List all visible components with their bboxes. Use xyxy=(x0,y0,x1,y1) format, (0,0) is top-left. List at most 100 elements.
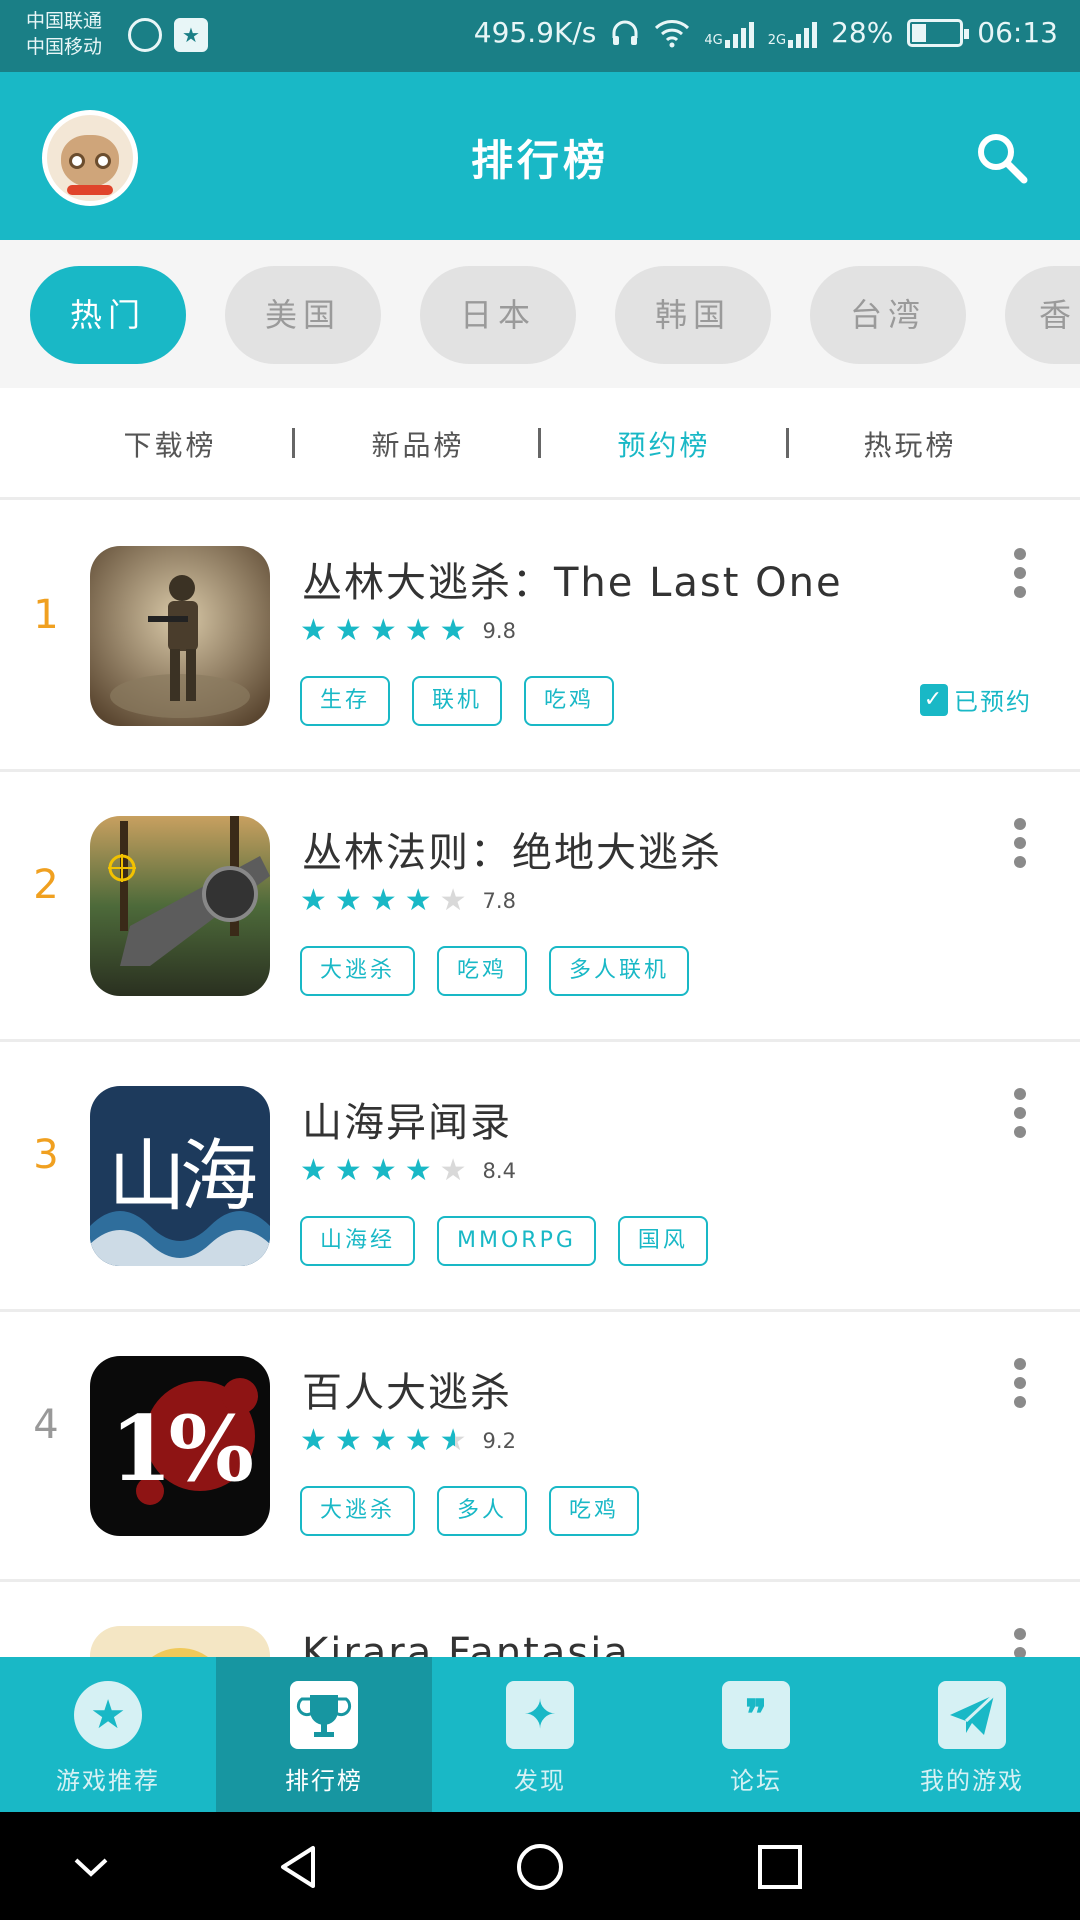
more-options-icon[interactable] xyxy=(1014,548,1028,598)
game-list: 1 丛林大逃杀：The Last One ★ ★ ★ ★ ★ 9.8 生存 联机… xyxy=(0,502,1080,1657)
star-half-icon: ★ xyxy=(439,1423,467,1458)
status-right: 495.9K/s 4G 2G 28% 06:13 xyxy=(474,16,1058,49)
reserved-label: 已预约 xyxy=(954,688,1032,716)
subtab-divider xyxy=(292,428,295,458)
thumbnail-text: 山海 xyxy=(107,1132,258,1222)
headphones-icon xyxy=(612,20,638,45)
net-type-2: 2G xyxy=(767,32,787,48)
game-title[interactable]: Kirara Fantasia xyxy=(302,1630,630,1657)
quote-icon: ❞ xyxy=(722,1681,790,1749)
game-title[interactable]: 丛林大逃杀：The Last One xyxy=(302,550,843,608)
game-thumbnail[interactable] xyxy=(90,816,270,996)
page-title: 排行榜 xyxy=(470,136,609,185)
game-title[interactable]: 丛林法则：绝地大逃杀 xyxy=(302,820,722,878)
region-tab-taiwan[interactable]: 台湾 xyxy=(810,266,966,364)
nav-tab-forum[interactable]: ❞ 论坛 xyxy=(648,1657,864,1812)
game-title[interactable]: 百人大逃杀 xyxy=(302,1360,512,1418)
star-icon: ★ xyxy=(300,883,327,918)
nav-tab-discover[interactable]: ✦ 发现 xyxy=(432,1657,648,1812)
status-bar: 中国联通 中国移动 ★ 495.9K/s 4G 2G 28% 06:13 xyxy=(0,0,1080,72)
home-icon[interactable] xyxy=(515,1842,565,1892)
recent-apps-icon[interactable] xyxy=(755,1842,805,1892)
more-options-icon[interactable] xyxy=(1014,818,1028,868)
tag[interactable]: MMORPG xyxy=(437,1216,596,1266)
nav-tab-my-games[interactable]: 我的游戏 xyxy=(864,1657,1080,1812)
list-item[interactable]: 1 丛林大逃杀：The Last One ★ ★ ★ ★ ★ 9.8 生存 联机… xyxy=(0,502,1080,772)
subtab-downloads[interactable]: 下载榜 xyxy=(70,424,270,464)
more-options-icon[interactable] xyxy=(1014,1358,1028,1408)
subtab-new[interactable]: 新品榜 xyxy=(318,424,518,464)
tag[interactable]: 吃鸡 xyxy=(549,1486,640,1536)
tag[interactable]: 山海经 xyxy=(300,1216,416,1266)
rating-stars: ★ ★ ★ ★ ★ 8.4 xyxy=(300,1156,516,1186)
tag[interactable]: 生存 xyxy=(300,676,391,726)
region-tab-hot[interactable]: 热门 xyxy=(30,266,186,364)
clock: 06:13 xyxy=(977,16,1058,49)
star-icon: ★ xyxy=(74,1681,142,1749)
nav-label: 排行榜 xyxy=(285,1767,363,1795)
carrier-1: 中国联通 xyxy=(26,10,103,32)
rating-score: 8.4 xyxy=(482,1159,516,1183)
tag-list: 生存 联机 吃鸡 xyxy=(300,676,615,726)
checkmark-icon: ✓ xyxy=(920,683,948,716)
star-icon: ★ xyxy=(369,613,397,648)
list-item[interactable]: 3 山海 山海异闻录 ★ ★ ★ ★ ★ 8.4 山海经 MMORPG 国风 xyxy=(0,1042,1080,1312)
region-tab-korea[interactable]: 韩国 xyxy=(615,266,771,364)
chevron-down-icon[interactable] xyxy=(66,1842,116,1892)
list-item[interactable]: Kirara Fantasia xyxy=(0,1582,1080,1657)
more-options-icon[interactable] xyxy=(1014,1628,1028,1657)
back-icon[interactable] xyxy=(275,1842,325,1892)
tag[interactable]: 多人联机 xyxy=(549,946,690,996)
star-icon: ★ xyxy=(300,1153,327,1188)
battery-percent: 28% xyxy=(831,16,894,49)
sniper-artwork xyxy=(90,816,270,996)
anime-artwork xyxy=(152,1648,208,1657)
tag[interactable]: 吃鸡 xyxy=(524,676,615,726)
rating-score: 9.8 xyxy=(482,619,516,643)
tag[interactable]: 国风 xyxy=(617,1216,708,1266)
signal-1-icon xyxy=(724,18,754,48)
game-thumbnail[interactable]: 山海 xyxy=(90,1086,270,1266)
search-icon[interactable] xyxy=(972,128,1032,188)
status-app-icons: ★ xyxy=(128,18,208,52)
star-empty-icon: ★ xyxy=(439,1153,467,1188)
thumbnail-text: 1% xyxy=(109,1396,254,1502)
game-thumbnail[interactable]: 1% xyxy=(90,1356,270,1536)
region-tab-japan[interactable]: 日本 xyxy=(420,266,576,364)
tag[interactable]: 联机 xyxy=(412,676,503,726)
star-badge-icon: ★ xyxy=(174,18,208,52)
star-icon: ★ xyxy=(439,613,467,648)
star-icon: ★ xyxy=(334,1423,362,1458)
region-tab-hongkong[interactable]: 香 xyxy=(1005,266,1080,364)
game-thumbnail[interactable] xyxy=(90,1626,270,1657)
rating-stars: ★ ★ ★ ★ ★ 9.8 xyxy=(300,616,516,646)
tag[interactable]: 吃鸡 xyxy=(437,946,528,996)
subtab-divider xyxy=(538,428,541,458)
tag[interactable]: 大逃杀 xyxy=(300,1486,416,1536)
carrier-labels: 中国联通 中国移动 xyxy=(26,8,102,60)
nav-tab-recommended[interactable]: ★ 游戏推荐 xyxy=(0,1657,216,1812)
soldier-artwork xyxy=(90,546,270,726)
paper-plane-icon xyxy=(938,1681,1006,1749)
reserved-status[interactable]: ✓ 已预约 xyxy=(920,682,1032,717)
subtab-hot-play[interactable]: 热玩榜 xyxy=(810,424,1010,464)
game-title[interactable]: 山海异闻录 xyxy=(302,1090,512,1148)
tag[interactable]: 大逃杀 xyxy=(300,946,416,996)
trophy-icon xyxy=(290,1681,358,1749)
star-icon: ★ xyxy=(404,1423,432,1458)
more-options-icon[interactable] xyxy=(1014,1088,1028,1138)
star-icon: ★ xyxy=(334,613,362,648)
nav-tab-rankings[interactable]: 排行榜 xyxy=(216,1657,432,1812)
nav-label: 发现 xyxy=(514,1767,566,1795)
nav-label: 论坛 xyxy=(730,1767,782,1795)
rank-number: 1 xyxy=(33,592,59,638)
subtab-reservations[interactable]: 预约榜 xyxy=(564,424,764,464)
star-icon: ★ xyxy=(369,1423,397,1458)
rank-number: 3 xyxy=(33,1132,59,1178)
tag[interactable]: 多人 xyxy=(437,1486,528,1536)
game-thumbnail[interactable] xyxy=(90,546,270,726)
star-icon: ★ xyxy=(334,1153,362,1188)
list-item[interactable]: 2 丛林法则：绝地大逃杀 ★ ★ ★ ★ ★ 7.8 大逃杀 吃鸡 多人联机 xyxy=(0,772,1080,1042)
region-tab-us[interactable]: 美国 xyxy=(225,266,381,364)
list-item[interactable]: 4 1% 百人大逃杀 ★ ★ ★ ★ ★ 9.2 大逃杀 多人 吃鸡 xyxy=(0,1312,1080,1582)
